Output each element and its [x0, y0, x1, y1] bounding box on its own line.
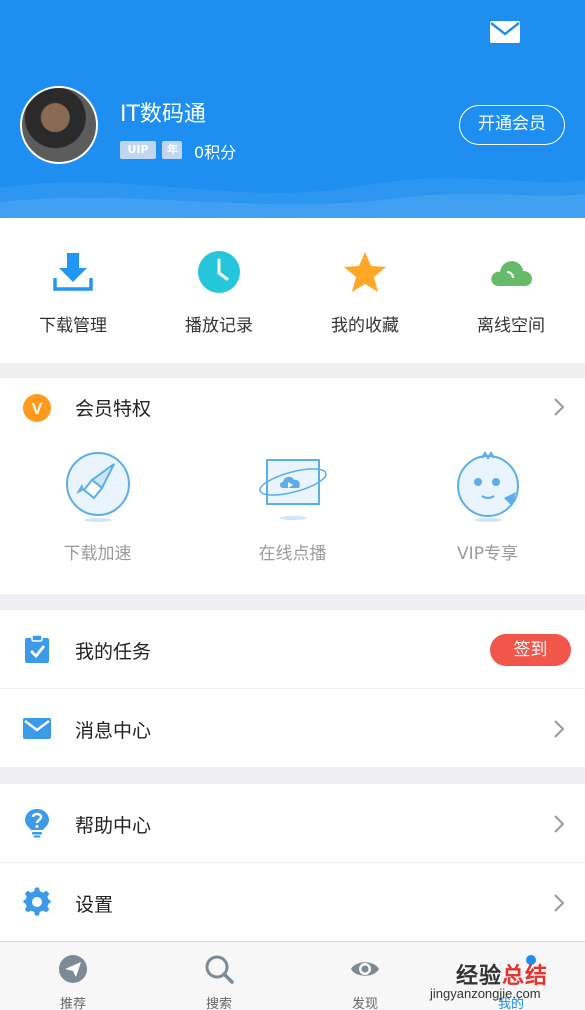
mascot-icon [456, 451, 519, 522]
video-play-icon [258, 459, 327, 520]
vip-section: V 会员特权 下载加速 在线点播 VIP专享 [0, 378, 585, 594]
quick-action-label: 播放记录 [185, 316, 253, 336]
tab-label: 推荐 [59, 997, 86, 1010]
avatar[interactable] [20, 86, 98, 164]
chevron-right-icon [554, 398, 565, 416]
header-wave-decoration [0, 178, 585, 218]
help-center-row[interactable]: 帮助中心 [0, 784, 585, 863]
points-label: 0积分 [194, 143, 237, 162]
clipboard-check-icon [25, 634, 49, 663]
perk-label: 下载加速 [63, 544, 132, 564]
quick-action-label: 离线空间 [477, 316, 545, 336]
mail-icon[interactable] [489, 20, 521, 44]
vip-section-title: 会员特权 [75, 398, 152, 420]
paper-plane-icon [59, 955, 87, 983]
menu-group-1: 我的任务 签到 消息中心 [0, 610, 585, 768]
cloud-icon [491, 261, 532, 286]
perk-download-speed[interactable]: 下载加速 [0, 450, 195, 580]
quick-action-favorites[interactable]: 我的收藏 [292, 218, 438, 363]
row-label: 设置 [75, 894, 114, 916]
perk-online-play[interactable]: 在线点播 [195, 450, 390, 580]
quick-action-download[interactable]: 下载管理 [0, 218, 146, 363]
quick-actions: 下载管理 播放记录 我的收藏 离线空间 [0, 218, 585, 363]
settings-row[interactable]: 设置 [0, 863, 585, 942]
menu-group-2: 帮助中心 设置 [0, 784, 585, 941]
quick-action-label: 我的收藏 [331, 316, 399, 336]
download-icon [53, 253, 93, 291]
perk-vip-exclusive[interactable]: VIP专享 [390, 450, 585, 580]
tab-recommend[interactable]: 推荐 [0, 942, 146, 1010]
chevron-right-icon [554, 720, 565, 738]
row-label: 帮助中心 [75, 815, 152, 837]
rocket-icon [65, 452, 130, 522]
tab-search[interactable]: 搜索 [146, 942, 292, 1010]
quick-action-label: 下载管理 [39, 316, 107, 336]
vip-v-icon: V [23, 394, 51, 422]
message-center-row[interactable]: 消息中心 [0, 689, 585, 768]
year-badge: 年 [162, 141, 182, 159]
row-label: 我的任务 [75, 641, 152, 663]
username: IT数码通 [120, 102, 206, 127]
chevron-right-icon [554, 815, 565, 833]
tab-discover[interactable]: 发现 [292, 942, 438, 1010]
search-icon [205, 955, 234, 984]
gear-icon [23, 887, 51, 916]
eye-icon [351, 962, 379, 976]
site-watermark: 经验总结 jingyanzongjie.com [430, 958, 580, 1004]
quick-action-offline[interactable]: 离线空间 [438, 218, 584, 363]
chevron-right-icon [554, 894, 565, 912]
quick-action-history[interactable]: 播放记录 [146, 218, 292, 363]
envelope-icon [23, 718, 51, 739]
vip-privileges-row[interactable]: V 会员特权 [0, 378, 585, 436]
vip-badge: UIP [120, 141, 156, 159]
star-icon [344, 252, 386, 292]
tab-label: 搜索 [205, 997, 232, 1010]
perk-label: VIP专享 [457, 544, 518, 564]
svg-text:V: V [32, 401, 43, 418]
watermark-url: jingyanzongjie.com [430, 986, 541, 1001]
clock-icon [198, 251, 240, 293]
sign-in-button[interactable]: 签到 [490, 634, 571, 666]
row-label: 消息中心 [75, 720, 152, 742]
tab-label: 发现 [351, 997, 378, 1010]
help-bulb-icon [25, 809, 49, 838]
my-tasks-row[interactable]: 我的任务 签到 [0, 610, 585, 689]
open-membership-button[interactable]: 开通会员 [459, 105, 565, 145]
perk-label: 在线点播 [258, 544, 327, 564]
profile-header: IT数码通 UIP 年 0积分 开通会员 [0, 0, 585, 218]
